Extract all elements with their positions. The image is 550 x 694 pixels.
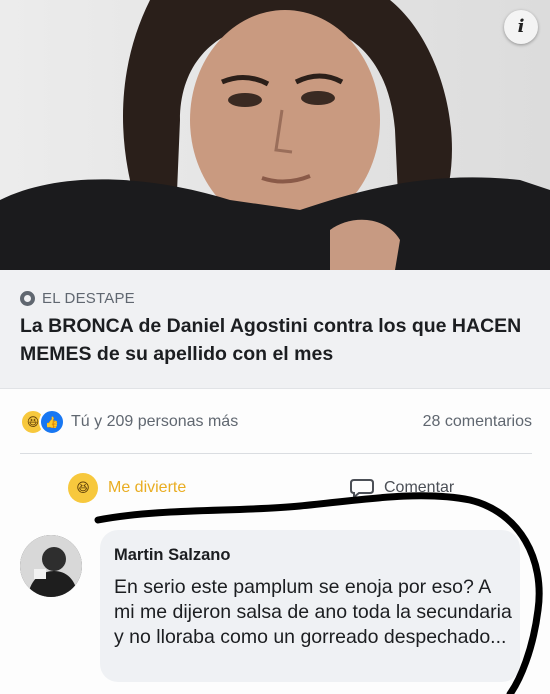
article-headline[interactable]: La BRONCA de Daniel Agostini contra los … xyxy=(20,312,535,368)
comments-count[interactable]: 28 comentarios xyxy=(423,413,532,431)
divider xyxy=(20,453,532,454)
react-button[interactable]: 😆 Me divierte xyxy=(68,466,186,510)
comment-label: Comentar xyxy=(384,479,455,496)
globe-icon xyxy=(20,291,35,306)
post-stats: 😆 👍 Tú y 209 personas más 28 comentarios xyxy=(20,408,532,436)
portrait-image xyxy=(0,0,550,270)
comment-text: En serio este pamplum se enoja por eso? … xyxy=(114,576,512,648)
comment-author[interactable]: Martin Salzano xyxy=(114,546,230,565)
link-preview-card[interactable]: EL DESTAPE La BRONCA de Daniel Agostini … xyxy=(0,270,550,389)
article-source: EL DESTAPE xyxy=(20,290,135,307)
comment-bubble-icon xyxy=(350,479,374,498)
info-icon[interactable]: i xyxy=(504,10,538,44)
avatar[interactable] xyxy=(20,535,82,597)
comment-button[interactable]: Comentar xyxy=(350,466,454,510)
source-name: EL DESTAPE xyxy=(42,290,135,307)
article-hero-photo[interactable]: i xyxy=(0,0,550,270)
reaction-summary[interactable]: 😆 👍 Tú y 209 personas más xyxy=(20,409,238,435)
like-reaction-icon: 👍 xyxy=(39,409,65,435)
haha-reaction-icon: 😆 xyxy=(68,473,98,503)
react-label: Me divierte xyxy=(108,479,187,496)
comment-bubble: Martin Salzano En serio este pamplum se … xyxy=(100,530,520,682)
avatar-image xyxy=(20,535,82,597)
reactions-text: Tú y 209 personas más xyxy=(71,413,239,430)
action-bar: 😆 Me divierte Comentar xyxy=(0,466,550,510)
